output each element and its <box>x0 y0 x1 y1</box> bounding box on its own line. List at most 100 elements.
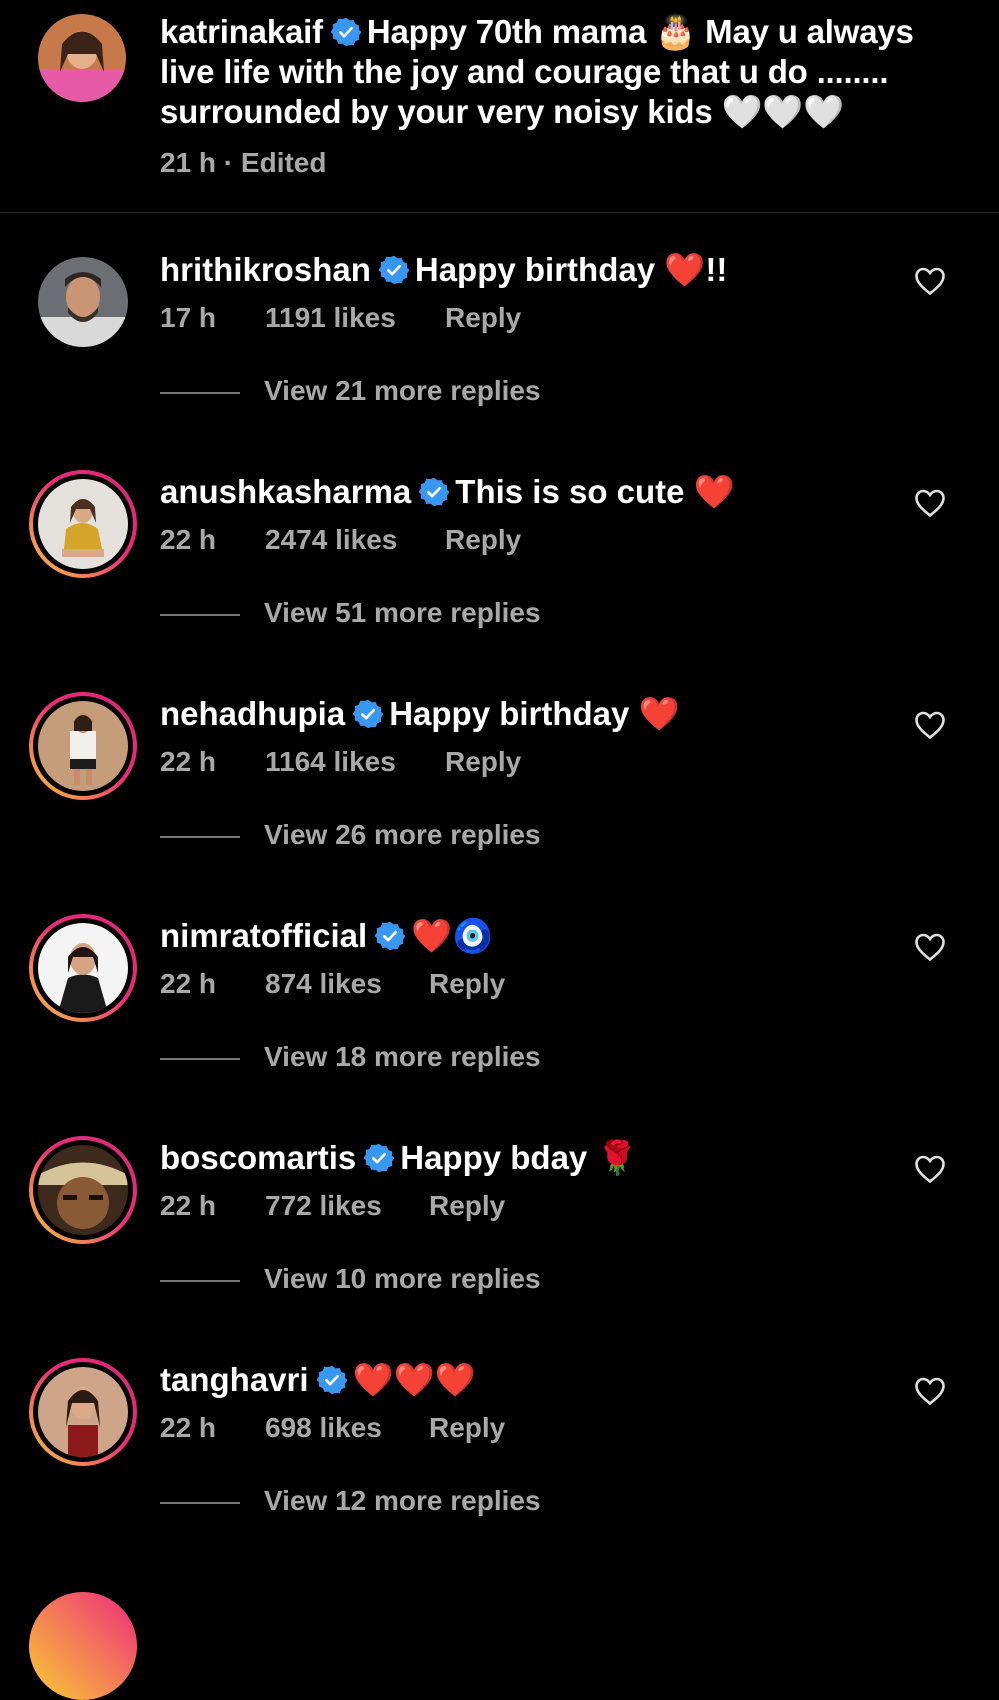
story-ring[interactable] <box>29 692 137 800</box>
view-more-replies[interactable]: View 21 more replies <box>160 375 541 407</box>
heart-outline-icon[interactable] <box>914 1154 946 1184</box>
heart-outline-icon[interactable] <box>914 266 946 296</box>
comment-likes[interactable]: 2474 likes <box>265 524 445 556</box>
reply-button[interactable]: Reply <box>445 302 521 334</box>
comment-body: Happy birthday <box>414 251 656 288</box>
comment-anushkasharma: anushkasharma This is so cute ❤️ 22 h 2474… <box>0 462 999 688</box>
comment-likes[interactable]: 1164 likes <box>265 746 445 778</box>
heart-outline-icon[interactable] <box>914 488 946 518</box>
story-ring-partial[interactable] <box>29 1592 137 1700</box>
comment-username[interactable]: anushkasharma <box>160 473 411 510</box>
avatar-hrithikroshan[interactable] <box>38 257 128 347</box>
comment-likes[interactable]: 772 likes <box>265 1190 429 1222</box>
caption-text-part1: Happy 70th mama <box>366 13 647 50</box>
cake-emoji: 🎂 <box>655 12 697 51</box>
view-replies-label: View 18 more replies <box>264 1041 541 1072</box>
comment-time: 22 h <box>160 746 217 777</box>
avatar-nimratofficial <box>38 923 128 1013</box>
comment-likes[interactable]: 1191 likes <box>265 302 445 334</box>
view-replies-label: View 10 more replies <box>264 1263 541 1294</box>
white-hearts-emoji: 🤍🤍🤍 <box>721 92 845 131</box>
comment-meta: 22 h 1164 likes Reply <box>160 746 521 778</box>
comment-time: 17 h <box>160 302 217 333</box>
comment-nehadhupia: nehadhupia Happy birthday ❤️ 22 h 1164 lik… <box>0 684 999 910</box>
verified-badge-icon <box>375 921 405 951</box>
divider-line <box>160 835 240 838</box>
verified-badge-icon <box>353 699 383 729</box>
heart-outline-icon[interactable] <box>914 932 946 962</box>
caption-meta: 21 h · Edited <box>160 147 327 178</box>
divider-line <box>160 1501 240 1504</box>
view-more-replies[interactable]: View 12 more replies <box>160 1485 541 1517</box>
comment-likes[interactable]: 874 likes <box>265 968 429 1000</box>
comment-username[interactable]: nehadhupia <box>160 695 345 732</box>
reply-button[interactable]: Reply <box>429 968 505 1000</box>
post-caption: katrinakaif Happy 70th mama 🎂 May u alway… <box>0 0 999 213</box>
heart-evil-eye-emoji: ❤️🧿 <box>411 916 494 955</box>
avatar-katrinakaif[interactable] <box>38 14 126 102</box>
three-hearts-emoji: ❤️❤️❤️ <box>352 1360 476 1399</box>
verified-badge-icon <box>419 477 449 507</box>
story-ring[interactable] <box>29 1358 137 1466</box>
comment-nimratofficial: nimratofficial ❤️🧿 22 h 874 likes Reply Vie… <box>0 906 999 1132</box>
story-ring[interactable] <box>29 470 137 578</box>
caption-username[interactable]: katrinakaif <box>160 13 323 50</box>
comment-meta: 17 h 1191 likes Reply <box>160 302 521 334</box>
reply-button[interactable]: Reply <box>445 524 521 556</box>
red-heart-emoji: ❤️ <box>693 472 735 511</box>
avatar-boscomartis <box>38 1145 128 1235</box>
view-more-replies[interactable]: View 18 more replies <box>160 1041 541 1073</box>
comment-meta: 22 h 2474 likes Reply <box>160 524 521 556</box>
red-heart-emoji: ❤️ <box>638 694 680 733</box>
caption-edited: Edited <box>240 147 327 178</box>
comment-likes[interactable]: 698 likes <box>265 1412 429 1444</box>
view-replies-label: View 26 more replies <box>264 819 541 850</box>
avatar-tanghavri <box>38 1367 128 1457</box>
view-replies-label: View 51 more replies <box>264 597 541 628</box>
comment-time: 22 h <box>160 1190 217 1221</box>
verified-badge-icon <box>379 255 409 285</box>
comment-username[interactable]: tanghavri <box>160 1361 309 1398</box>
comment-suffix: !! <box>705 251 728 288</box>
comment-time: 22 h <box>160 524 217 555</box>
story-ring[interactable] <box>29 914 137 1022</box>
comment-text: nimratofficial ❤️🧿 <box>160 916 493 956</box>
verified-badge-icon <box>364 1143 394 1173</box>
reply-button[interactable]: Reply <box>445 746 521 778</box>
divider-line <box>160 1057 240 1060</box>
caption-time: 21 h <box>160 147 217 178</box>
comment-body: This is so cute <box>455 473 685 510</box>
reply-button[interactable]: Reply <box>429 1190 505 1222</box>
verified-badge-icon <box>317 1365 347 1395</box>
reply-button[interactable]: Reply <box>429 1412 505 1444</box>
view-replies-label: View 12 more replies <box>264 1485 541 1516</box>
heart-outline-icon[interactable] <box>914 710 946 740</box>
comment-body: Happy bday <box>400 1139 588 1176</box>
comment-meta: 22 h 772 likes Reply <box>160 1190 505 1222</box>
view-more-replies[interactable]: View 10 more replies <box>160 1263 541 1295</box>
comment-hrithikroshan: hrithikroshan Happy birthday ❤️!! 17 h 119… <box>0 240 999 466</box>
comment-body: Happy birthday <box>389 695 630 732</box>
story-ring[interactable] <box>29 1136 137 1244</box>
divider-line <box>160 613 240 616</box>
heart-outline-icon[interactable] <box>914 1376 946 1406</box>
view-more-replies[interactable]: View 51 more replies <box>160 597 541 629</box>
comment-meta: 22 h 698 likes Reply <box>160 1412 505 1444</box>
comment-tanghavri: tanghavri ❤️❤️❤️ 22 h 698 likes Reply View … <box>0 1350 999 1576</box>
rose-emoji: 🌹 <box>596 1138 638 1177</box>
comment-username[interactable]: hrithikroshan <box>160 251 371 288</box>
red-heart-emoji: ❤️ <box>664 250 706 289</box>
comment-meta: 22 h 874 likes Reply <box>160 968 505 1000</box>
caption-text: katrinakaif Happy 70th mama 🎂 May u alway… <box>160 12 960 132</box>
divider-line <box>160 1279 240 1282</box>
comment-boscomartis: boscomartis Happy bday 🌹 22 h 772 likes Rep… <box>0 1128 999 1354</box>
avatar-anushkasharma <box>38 479 128 569</box>
comment-text: hrithikroshan Happy birthday ❤️!! <box>160 250 727 290</box>
comment-text: boscomartis Happy bday 🌹 <box>160 1138 638 1178</box>
comment-time: 22 h <box>160 968 217 999</box>
comment-text: tanghavri ❤️❤️❤️ <box>160 1360 476 1400</box>
comment-time: 22 h <box>160 1412 217 1443</box>
comment-username[interactable]: nimratofficial <box>160 917 367 954</box>
comment-username[interactable]: boscomartis <box>160 1139 356 1176</box>
view-more-replies[interactable]: View 26 more replies <box>160 819 541 851</box>
